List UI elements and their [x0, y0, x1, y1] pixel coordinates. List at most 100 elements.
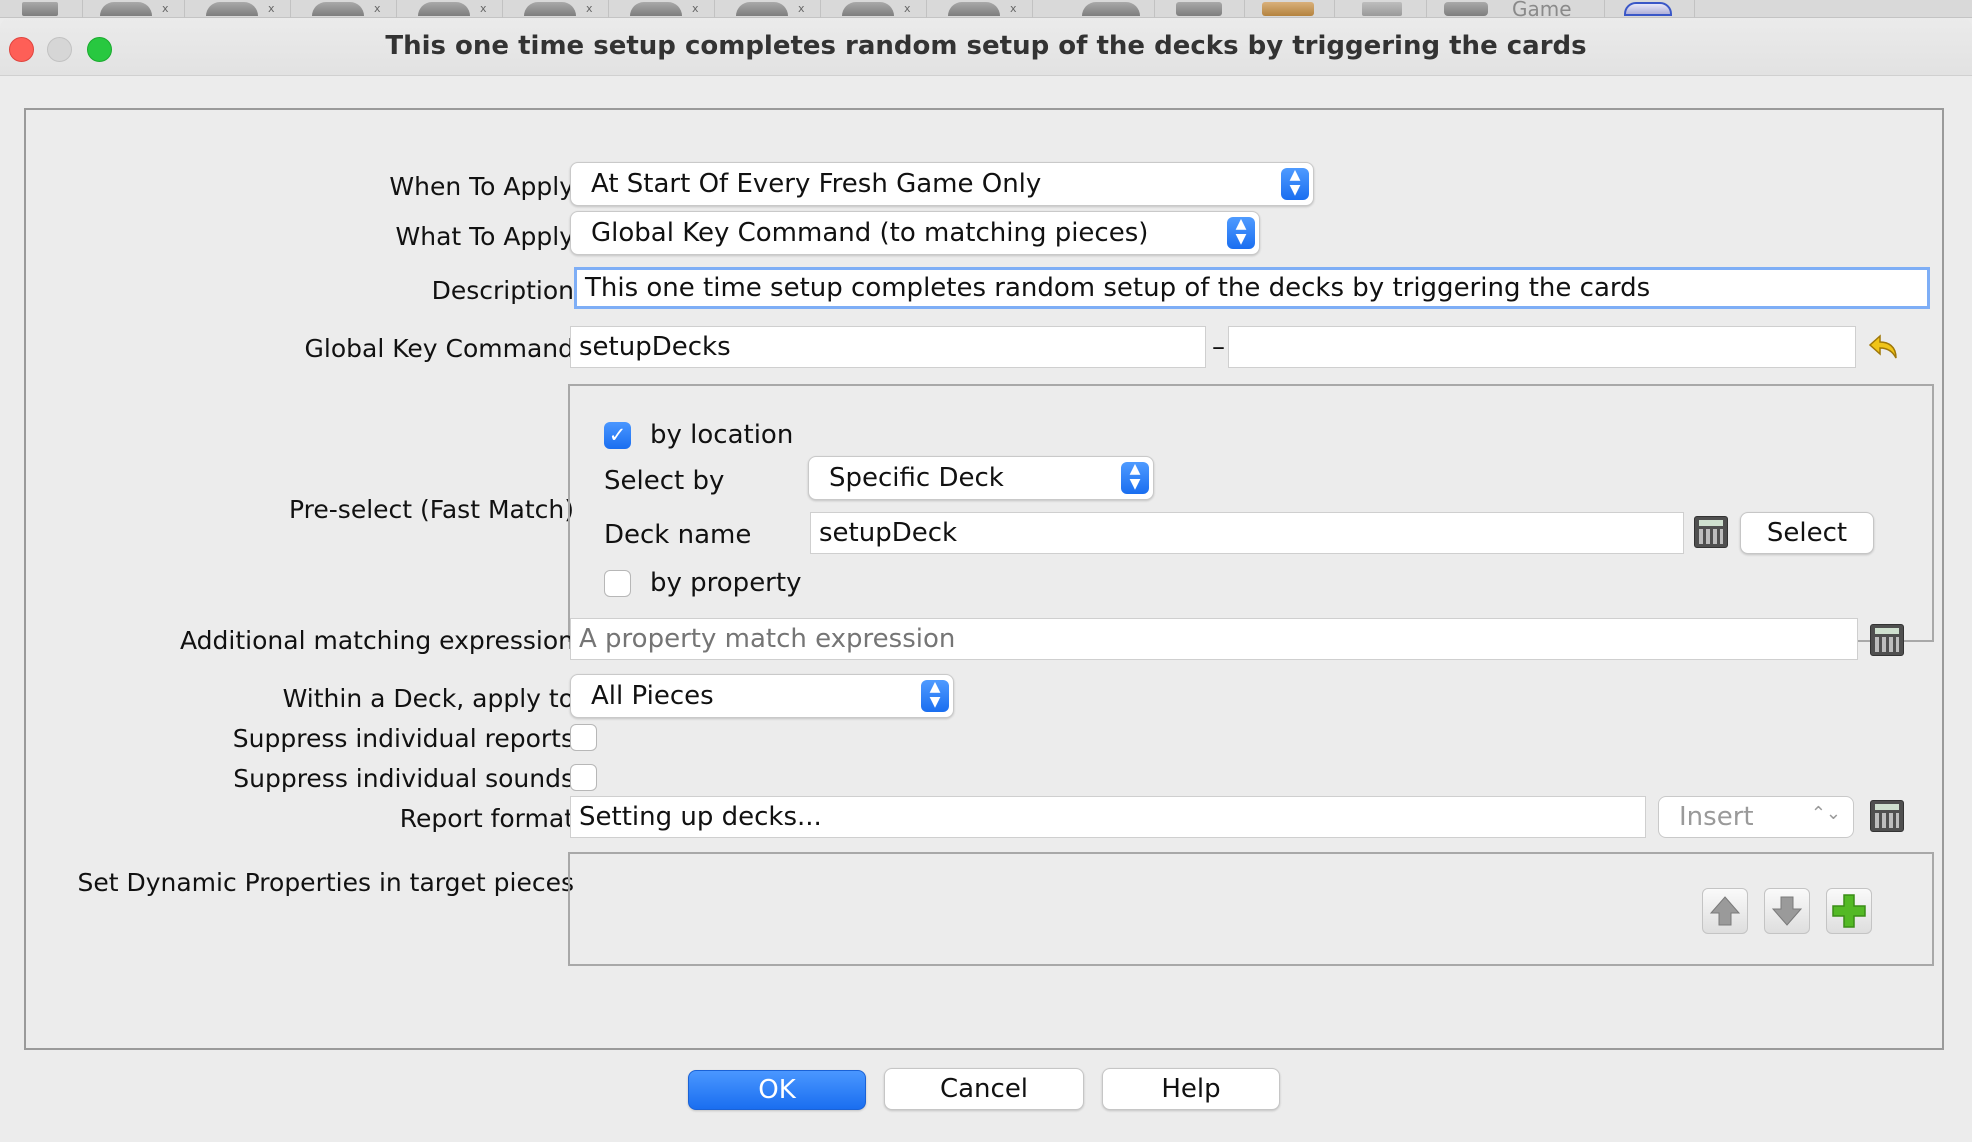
stepper-icon: ▲ ▼: [1281, 168, 1309, 200]
close-icon: x: [586, 2, 593, 15]
piece-icon: [842, 2, 894, 16]
by-property-checkbox[interactable]: [604, 570, 631, 597]
description-input[interactable]: This one time setup completes random set…: [574, 267, 1930, 309]
background-toolbar: x x x x x x x x x Game: [0, 0, 1972, 21]
what-to-apply-value: Global Key Command (to matching pieces): [591, 218, 1149, 248]
card-icon: [1176, 2, 1222, 16]
clipboard-icon: [1262, 2, 1314, 16]
additional-expression-label: Additional matching expression: [180, 626, 574, 655]
help-button[interactable]: Help: [1102, 1068, 1280, 1110]
key-stroke-input[interactable]: [1228, 326, 1856, 368]
move-up-button[interactable]: [1702, 888, 1748, 934]
suppress-sounds-checkbox[interactable]: [570, 764, 597, 791]
deck-name-label: Deck name: [604, 520, 752, 550]
game-icon: [1444, 2, 1488, 16]
toolbar-button[interactable]: [0, 0, 83, 18]
close-icon: x: [798, 2, 805, 15]
select-by-select[interactable]: Specific Deck ▲ ▼: [808, 456, 1154, 500]
move-down-button[interactable]: [1764, 888, 1810, 934]
piece-icon: [100, 2, 152, 16]
toolbar-button[interactable]: [1244, 0, 1335, 18]
toolbar-button[interactable]: x: [188, 0, 291, 18]
dialog-window: This one time setup completes random set…: [0, 18, 1972, 1142]
stepper-icon: ⌃⌄: [1810, 803, 1841, 824]
piece-icon: [206, 2, 258, 16]
toolbar-button-game[interactable]: Game: [1426, 0, 1605, 21]
by-location-checkbox[interactable]: ✓: [604, 422, 631, 449]
insert-select[interactable]: Insert ⌃⌄: [1658, 796, 1854, 838]
close-icon: x: [692, 2, 699, 15]
key-separator: –: [1212, 332, 1225, 362]
report-format-input[interactable]: Setting up decks...: [570, 796, 1646, 838]
dynamic-properties-label: Set Dynamic Properties in target pieces: [77, 868, 574, 897]
suppress-reports-checkbox[interactable]: [570, 724, 597, 751]
toolbar-button[interactable]: x: [506, 0, 609, 18]
toolbar-button[interactable]: x: [82, 0, 185, 18]
toolbar-button[interactable]: x: [294, 0, 397, 18]
suppress-sounds-label: Suppress individual sounds: [233, 764, 574, 793]
toolbar-button[interactable]: [1334, 0, 1427, 18]
toolbar-button[interactable]: x: [400, 0, 503, 18]
ok-button[interactable]: OK: [688, 1070, 866, 1110]
plus-icon: [1832, 894, 1866, 928]
window-title: This one time setup completes random set…: [385, 31, 1587, 61]
toolbar-label: Game: [1512, 0, 1572, 21]
close-icon: x: [162, 2, 169, 15]
report-format-label: Report format: [399, 804, 574, 833]
calculator-icon[interactable]: [1870, 800, 1904, 832]
preselect-group: ✓ by location Select by Specific Deck ▲ ▼…: [568, 384, 1934, 642]
piece-icon: [948, 2, 1000, 16]
stepper-icon: ▲ ▼: [921, 680, 949, 712]
stepper-icon: ▲ ▼: [1121, 462, 1149, 494]
additional-expression-input[interactable]: [570, 618, 1858, 660]
close-icon: x: [268, 2, 275, 15]
piece-icon: [312, 2, 364, 16]
what-to-apply-select[interactable]: Global Key Command (to matching pieces) …: [570, 211, 1260, 255]
deck-name-input[interactable]: setupDeck: [810, 512, 1684, 554]
form-panel: When To Apply At Start Of Every Fresh Ga…: [24, 108, 1944, 1050]
select-by-label: Select by: [604, 466, 725, 496]
select-by-value: Specific Deck: [829, 463, 1004, 493]
by-property-label: by property: [650, 568, 802, 598]
toolbar-button[interactable]: x: [824, 0, 927, 18]
piece-icon: [736, 2, 788, 16]
global-key-command-input[interactable]: setupDecks: [570, 326, 1206, 368]
calculator-icon[interactable]: [1870, 624, 1904, 656]
close-icon: x: [374, 2, 381, 15]
piece-icon: [630, 2, 682, 16]
what-to-apply-label: What To Apply: [395, 222, 574, 251]
select-deck-button[interactable]: Select: [1740, 512, 1874, 554]
by-location-label: by location: [650, 420, 794, 450]
dynamic-properties-list: [568, 852, 1934, 966]
within-deck-value: All Pieces: [591, 681, 714, 711]
undo-icon[interactable]: [1866, 328, 1904, 366]
cancel-button[interactable]: Cancel: [884, 1068, 1084, 1110]
toolbar-button[interactable]: [1604, 0, 1695, 18]
toolbar-button[interactable]: [1154, 0, 1245, 18]
tray-icon: [1362, 2, 1402, 16]
title-bar: This one time setup completes random set…: [0, 18, 1972, 76]
when-to-apply-value: At Start Of Every Fresh Game Only: [591, 169, 1042, 199]
when-to-apply-label: When To Apply: [389, 172, 574, 201]
arrow-down-icon: [1771, 896, 1803, 926]
arrow-up-icon: [1709, 896, 1741, 926]
within-deck-select[interactable]: All Pieces ▲ ▼: [570, 674, 954, 718]
piece-icon: [524, 2, 576, 16]
add-property-button[interactable]: [1826, 888, 1872, 934]
toolbar-button[interactable]: x: [930, 0, 1033, 18]
suppress-reports-label: Suppress individual reports: [232, 724, 574, 753]
calculator-icon[interactable]: [1694, 516, 1728, 548]
description-label: Description: [431, 276, 574, 305]
close-icon: x: [904, 2, 911, 15]
dice-icon: [1082, 2, 1140, 16]
toolbar-button[interactable]: [1068, 0, 1155, 18]
toolbar-button[interactable]: x: [612, 0, 715, 18]
preselect-label: Pre-select (Fast Match): [289, 495, 574, 524]
toolbar-button[interactable]: x: [718, 0, 821, 18]
within-deck-label: Within a Deck, apply to: [282, 684, 574, 713]
insert-label: Insert: [1679, 802, 1754, 832]
global-key-command-label: Global Key Command: [304, 334, 574, 363]
when-to-apply-select[interactable]: At Start Of Every Fresh Game Only ▲ ▼: [570, 162, 1314, 206]
piece-icon: [418, 2, 470, 16]
close-icon: x: [480, 2, 487, 15]
